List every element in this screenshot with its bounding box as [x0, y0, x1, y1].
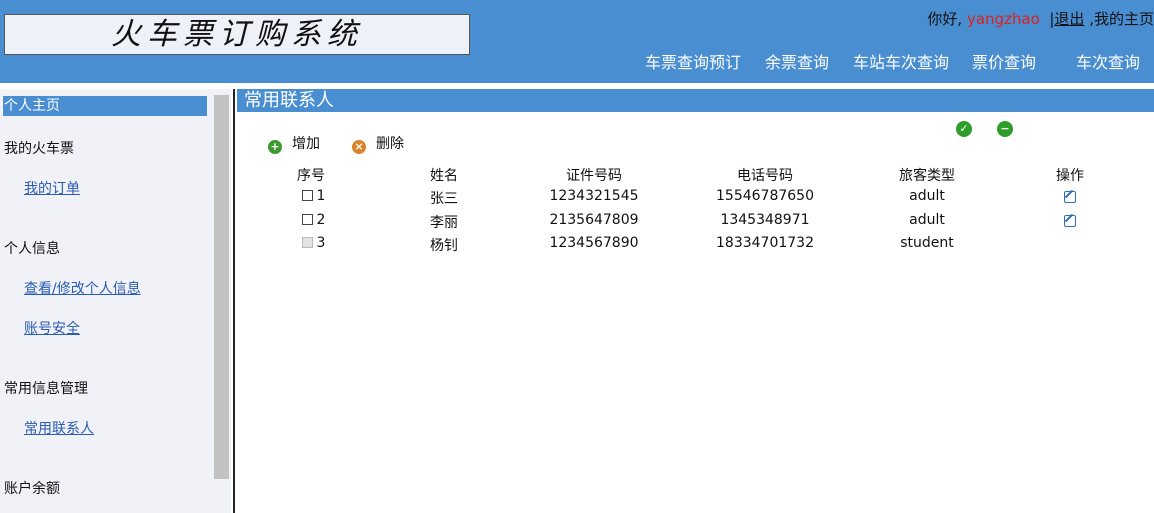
- page-title: 常用联系人: [237, 89, 1154, 112]
- row-checkbox-disabled: [302, 237, 313, 248]
- username: yangzhao: [966, 10, 1040, 28]
- add-contact-button[interactable]: + 增加: [268, 133, 320, 154]
- main-nav: 车票查询预订 余票查询 车站车次查询 票价查询 车次查询: [0, 49, 1154, 73]
- edit-icon[interactable]: [1064, 191, 1076, 203]
- column-header-actions: 操作: [1056, 168, 1084, 184]
- sidebar-section-balance: 账户余额: [4, 481, 60, 497]
- column-header-name: 姓名: [430, 168, 458, 184]
- contact-id-number: 1234321545: [549, 188, 639, 204]
- user-bar: 你好, yangzhao |退出 ,我的主页: [927, 8, 1154, 30]
- nav-station-train[interactable]: 车站车次查询: [853, 49, 949, 73]
- sidebar-section-personal-info: 个人信息: [4, 241, 60, 257]
- sidebar-item-account-security[interactable]: 账号安全: [24, 318, 80, 338]
- minus-circle-icon[interactable]: −: [997, 121, 1013, 137]
- row-checkbox[interactable]: [302, 190, 313, 201]
- delete-icon: ×: [352, 140, 366, 154]
- sidebar-divider: [233, 89, 235, 513]
- delete-contact-button[interactable]: × 删除: [352, 133, 404, 154]
- contact-id-number: 1234567890: [549, 235, 639, 251]
- sidebar-section-common-info: 常用信息管理: [4, 381, 88, 397]
- contact-id-number: 2135647809: [549, 212, 639, 228]
- nav-remaining-tickets[interactable]: 余票查询: [765, 49, 829, 73]
- separator: |: [1044, 10, 1055, 28]
- column-header-type: 旅客类型: [899, 168, 955, 184]
- column-header-id: 证件号码: [566, 168, 622, 184]
- nav-ticket-booking[interactable]: 车票查询预订: [645, 49, 741, 73]
- sidebar: 个人主页 我的火车票 我的订单 个人信息 查看/修改个人信息 账号安全 常用信息…: [0, 89, 231, 513]
- column-header-no: 序号: [297, 168, 325, 184]
- contact-name: 李丽: [430, 215, 458, 231]
- column-header-phone: 电话号码: [737, 168, 793, 184]
- check-circle-icon[interactable]: ✓: [956, 121, 972, 137]
- greeting-text: 你好,: [927, 10, 963, 28]
- contact-phone: 15546787650: [716, 188, 814, 204]
- passenger-type: adult: [909, 188, 945, 204]
- contact-name: 杨钊: [430, 238, 458, 254]
- delete-label: 删除: [376, 136, 404, 152]
- contact-phone: 18334701732: [716, 235, 814, 251]
- sidebar-item-edit-info[interactable]: 查看/修改个人信息: [24, 278, 141, 298]
- contact-name: 张三: [430, 191, 458, 207]
- row-number: 2: [316, 212, 326, 228]
- edit-icon[interactable]: [1064, 215, 1076, 227]
- sidebar-item-home[interactable]: 个人主页: [3, 96, 207, 116]
- logout-link[interactable]: 退出: [1054, 10, 1084, 28]
- passenger-type: adult: [909, 212, 945, 228]
- passenger-type: student: [900, 235, 954, 251]
- add-label: 增加: [292, 136, 320, 152]
- row-number: 3: [316, 235, 326, 251]
- sidebar-section-tickets: 我的火车票: [4, 141, 74, 157]
- sidebar-item-contacts[interactable]: 常用联系人: [24, 418, 94, 438]
- header-bar: 火车票订购系统 你好, yangzhao |退出 ,我的主页 车票查询预订 余票…: [0, 0, 1154, 83]
- home-link[interactable]: ,我的主页: [1089, 10, 1154, 28]
- row-number: 1: [316, 188, 326, 204]
- row-checkbox[interactable]: [302, 214, 313, 225]
- add-icon: +: [268, 140, 282, 154]
- sidebar-scrollbar[interactable]: [214, 95, 229, 479]
- nav-fare-query[interactable]: 票价查询: [972, 49, 1036, 73]
- contact-phone: 1345348971: [720, 212, 810, 228]
- nav-train-query[interactable]: 车次查询: [1076, 49, 1140, 73]
- header-divider: [0, 83, 1154, 86]
- sidebar-item-orders[interactable]: 我的订单: [24, 178, 80, 198]
